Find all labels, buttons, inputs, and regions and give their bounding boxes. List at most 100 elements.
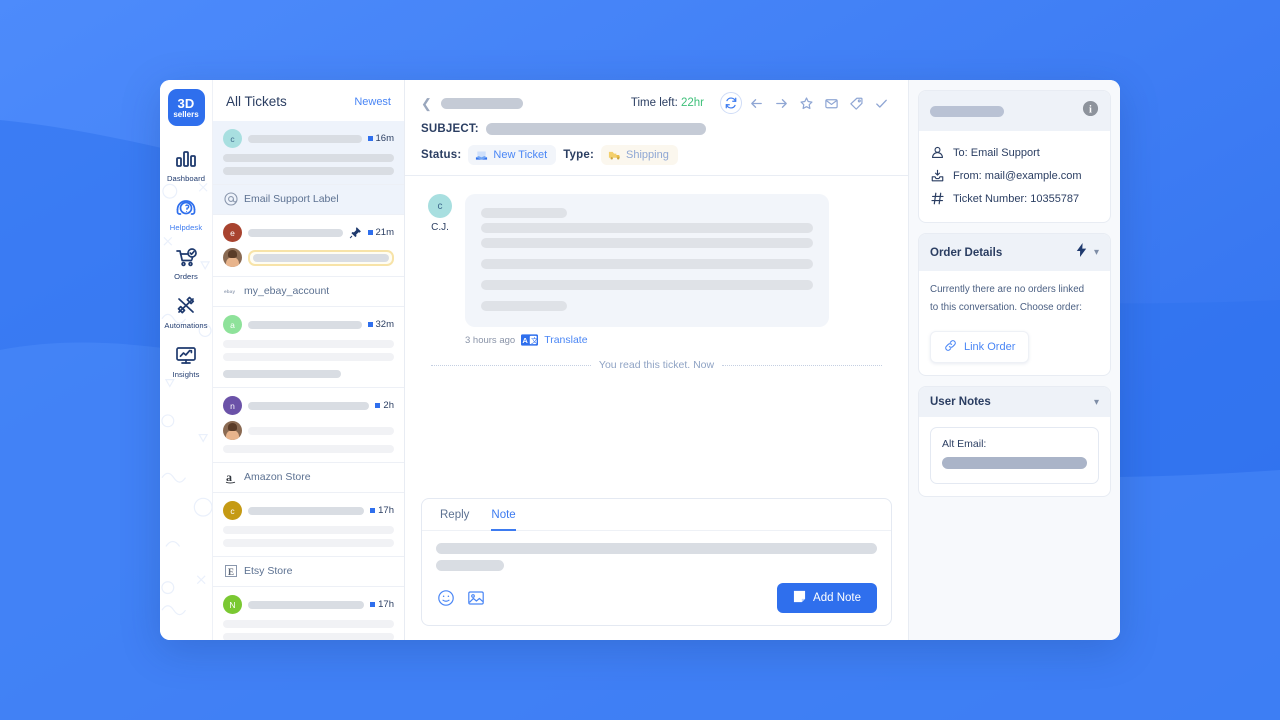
composer-text-line [436,543,877,554]
avatar: a [223,315,242,334]
sidebar-item-dashboard[interactable]: Dashboard [160,140,212,189]
message-bubble [465,194,829,327]
message-timestamp: 3 hours ago [465,334,516,346]
star-icon[interactable] [795,92,817,114]
message: c C.J. [425,194,888,327]
user-notes-header[interactable]: User Notes ▾ [919,387,1110,418]
image-icon[interactable] [466,588,486,608]
avatar: c [223,129,242,148]
sidebar-item-helpdesk[interactable]: Helpdesk [160,189,212,238]
type-badge[interactable]: Shipping [601,145,678,165]
contact-card-body: To: Email Support From: mail@example.com [919,131,1110,222]
crossed-wands-icon [173,294,199,318]
envelope-icon[interactable] [820,92,842,114]
time-left-label: Time left: [630,97,678,109]
back-chevron-icon[interactable]: ❮ [421,97,432,110]
headset-question-icon [173,196,199,220]
list-item[interactable]: N 17h [213,587,404,640]
ticket-subject-placeholder [248,600,365,609]
person-icon [930,145,945,160]
monitor-chart-icon [173,343,199,367]
ticket-subject-placeholder [248,228,343,237]
ticket-subject-placeholder [248,320,362,329]
tab-reply[interactable]: Reply [440,509,469,531]
translate-icon: A 文 [521,334,539,346]
list-item[interactable]: a 32m [213,307,404,388]
translate-button[interactable]: Translate [544,334,587,346]
composer: Reply Note Add Note [421,498,892,626]
link-icon [944,339,957,355]
list-item[interactable]: c 16m [213,121,404,185]
composer-input[interactable] [422,531,891,577]
conversation-header: ❮ Time left: 22hr SUBJECT: Status: New T… [405,80,908,176]
pin-icon[interactable] [349,226,362,239]
store-row[interactable]: Email Support Label [213,185,404,215]
store-row[interactable]: ebay my_ebay_account [213,277,404,307]
read-status-text: You read this ticket. Now [598,359,715,371]
cart-check-icon [173,245,199,269]
arrow-right-icon[interactable] [770,92,792,114]
sidebar-items: Dashboard Helpdesk Orders Automations In… [160,140,212,385]
sort-selector[interactable]: Newest [354,96,391,108]
avatar: e [223,223,242,242]
ticket-list-body[interactable]: c 16m Email Support Label e 21m ebay my_… [213,121,404,640]
chevron-down-icon[interactable]: ▾ [1094,247,1099,258]
user-notes-card: User Notes ▾ Alt Email: [918,386,1111,498]
subject-label: SUBJECT: [421,123,479,135]
store-name: Amazon Store [244,471,311,483]
refresh-icon[interactable] [720,92,742,114]
subject-value-placeholder [485,123,706,135]
contact-card-header: i [919,91,1110,131]
tab-note[interactable]: Note [491,509,516,531]
contact-to-value: To: Email Support [953,146,1040,159]
order-details-title: Order Details [930,246,1003,259]
check-icon[interactable] [870,92,892,114]
author-name: C.J. [431,222,449,233]
sidebar-item-automations[interactable]: Automations [160,287,212,336]
note-entry[interactable]: Alt Email: [930,427,1099,485]
user-notes-title: User Notes [930,396,991,409]
sidebar-nav: 3D sellers Dashboard Helpdesk Orders Aut… [160,80,213,640]
list-item[interactable]: e 21m [213,215,404,277]
inbox-icon [930,168,945,183]
ticket-time: 16m [367,133,394,144]
unread-indicator-icon [367,230,373,235]
ticket-preview-line [223,445,394,453]
ticket-preview-line [223,370,341,378]
svg-text:a: a [226,470,232,484]
ticket-preview-line [223,154,394,162]
add-note-label: Add Note [813,592,861,604]
svg-text:i: i [1089,104,1092,115]
app-logo[interactable]: 3D sellers [167,89,205,126]
add-note-button[interactable]: Add Note [777,583,877,613]
emoji-icon[interactable] [436,588,456,608]
store-row[interactable]: E Etsy Store [213,557,404,587]
ticket-subject-placeholder [248,401,370,410]
link-order-label: Link Order [964,341,1016,354]
chevron-down-icon[interactable]: ▾ [1094,397,1099,408]
type-label: Type: [563,149,595,161]
link-order-button[interactable]: Link Order [930,331,1030,364]
info-icon[interactable]: i [1082,100,1099,122]
ticket-time: 17h [370,505,394,516]
page-title: All Tickets [226,94,287,109]
order-details-header[interactable]: Order Details ▾ [919,234,1110,271]
store-row[interactable]: a Amazon Store [213,463,404,493]
list-item[interactable]: c 17h [213,493,404,557]
sidebar-item-insights[interactable]: Insights [160,336,212,385]
sidebar-item-orders[interactable]: Orders [160,238,212,287]
time-left-value: 22hr [680,97,704,109]
ticket-preview-line [248,426,394,435]
composer-footer: Add Note [422,577,891,625]
tag-icon[interactable] [845,92,867,114]
arrow-left-icon[interactable] [745,92,767,114]
status-badge[interactable]: New Ticket [468,145,557,165]
lightning-icon[interactable] [1076,243,1087,262]
contact-card: i To: Email Support From: mail@example.c… [918,90,1111,223]
list-item[interactable]: n 2h [213,388,404,463]
contact-from-value: From: mail@example.com [953,169,1082,182]
ticket-number-value: Ticket Number: 10355787 [953,192,1080,205]
etsy-logo-icon: E [224,564,238,578]
no-orders-message-line1: Currently there are no orders linked [930,284,1085,295]
message-line [481,208,567,218]
